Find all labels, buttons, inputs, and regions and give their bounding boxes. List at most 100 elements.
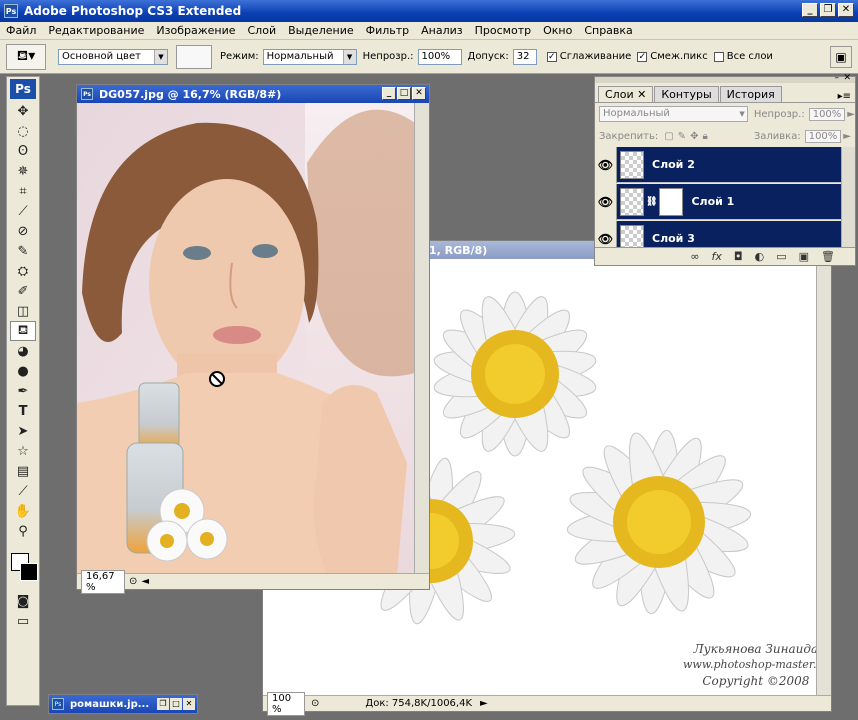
fill-input[interactable]: 100% [804, 129, 842, 143]
clone-stamp-tool-icon[interactable]: ⛭ [7, 261, 39, 281]
close-button[interactable]: ✕ [838, 3, 854, 17]
blend-mode-select[interactable]: Нормальный ▼ [262, 48, 357, 65]
tab-layers[interactable]: Слои ✕ [598, 86, 654, 102]
hand-tool-icon[interactable]: ✋ [7, 501, 39, 521]
antialias-checkbox[interactable]: ✓ [546, 51, 557, 62]
lasso-tool-icon[interactable]: ʘ [7, 141, 39, 161]
layer-blend-mode-select[interactable]: Нормальный ▼ [599, 106, 748, 122]
pen-tool-icon[interactable]: ✒ [7, 381, 39, 401]
layer-name: Слой 1 [691, 195, 735, 208]
minimized-doc-close[interactable]: ✕ [183, 698, 195, 710]
all-layers-checkbox[interactable] [713, 51, 724, 62]
status-icon[interactable]: ⊙ [311, 698, 319, 709]
eraser-tool-icon[interactable]: ◫ [7, 301, 39, 321]
paint-bucket-tool-preset-icon[interactable]: ⛾▾ [6, 43, 46, 70]
layer-row[interactable]: 👁︎ ⛓ Слой 1 [595, 183, 841, 220]
link-layers-icon[interactable]: ∞ [690, 250, 699, 263]
background-color-swatch[interactable] [20, 563, 38, 581]
panel-menu-icon[interactable]: ▸≡ [838, 91, 851, 102]
path-selection-tool-icon[interactable]: ➤ [7, 421, 39, 441]
vertical-scrollbar-portrait[interactable] [414, 103, 429, 573]
healing-brush-tool-icon[interactable]: ⊘ [7, 221, 39, 241]
dodge-tool-icon[interactable]: ● [7, 361, 39, 381]
add-mask-icon[interactable]: ◘ [734, 250, 743, 263]
status-arrow-portrait[interactable]: ◄ [141, 576, 149, 587]
layer-row[interactable]: 👁︎ Слой 2 [595, 147, 841, 183]
workspace-icon[interactable]: ▣ [830, 45, 852, 68]
screen-mode-icon[interactable]: ▭ [7, 611, 39, 631]
tab-history[interactable]: История [719, 86, 782, 102]
history-brush-tool-icon[interactable]: ✐ [7, 281, 39, 301]
new-group-icon[interactable]: ▭ [776, 250, 786, 263]
layers-scrollbar[interactable] [841, 147, 855, 255]
delete-layer-icon[interactable]: 🗑︎ [821, 250, 835, 263]
menu-filter[interactable]: Фильтр [360, 24, 416, 37]
opacity-input[interactable]: 100% [417, 48, 462, 65]
tolerance-input[interactable]: 32 [512, 48, 537, 65]
layer-mask-thumbnail[interactable] [659, 187, 684, 216]
menu-select[interactable]: Выделение [282, 24, 360, 37]
layer-visibility-eye-icon[interactable]: 👁︎ [595, 147, 617, 183]
shape-tool-icon[interactable]: ☆ [7, 441, 39, 461]
layers-list: 👁︎ Слой 2 👁︎ ⛓ Слой 1 👁︎ Слой 3 [595, 147, 855, 255]
minimized-document[interactable]: Ps ромашки.jp... ❐ □ ✕ [48, 694, 198, 714]
fill-arrow[interactable]: ► [843, 131, 851, 142]
app-title: Adobe Photoshop CS3 Extended [24, 4, 242, 18]
minimized-doc-max[interactable]: □ [170, 698, 182, 710]
crop-tool-icon[interactable]: ⌗ [7, 181, 39, 201]
tab-paths[interactable]: Контуры [654, 86, 719, 102]
color-swatches[interactable] [7, 547, 39, 591]
notes-tool-icon[interactable]: ▤ [7, 461, 39, 481]
contiguous-checkbox[interactable]: ✓ [637, 51, 648, 62]
menu-view[interactable]: Просмотр [469, 24, 537, 37]
zoom-tool-icon[interactable]: ⚲ [7, 521, 39, 541]
lock-position-icon[interactable]: ✥ [690, 131, 698, 142]
blur-tool-icon[interactable]: ◕ [7, 341, 39, 361]
zoom-field-portrait[interactable]: 16,67 % [81, 569, 125, 594]
menu-edit[interactable]: Редактирование [42, 24, 150, 37]
eyedropper-tool-icon[interactable]: ⟋ [7, 481, 39, 501]
lock-transparency-icon[interactable]: ▢ [664, 131, 673, 142]
marquee-tool-icon[interactable]: ◌ [7, 121, 39, 141]
layer-style-icon[interactable]: fx [712, 250, 722, 263]
adjustment-layer-icon[interactable]: ◐ [755, 250, 765, 263]
blend-row: Нормальный ▼ Непрозр.: 100% ► [595, 103, 855, 125]
type-tool-icon[interactable]: T [7, 401, 39, 421]
doc-close-button[interactable]: ✕ [412, 87, 426, 100]
move-tool-icon[interactable]: ✥ [7, 101, 39, 121]
contiguous-label: Смеж.пикс [650, 51, 708, 62]
document-title-fragment: 1, RGB/8) [429, 243, 488, 257]
doc-minimize-button[interactable]: _ [382, 87, 396, 100]
menu-file[interactable]: Файл [0, 24, 42, 37]
fill-source-select[interactable]: Основной цвет ▼ [58, 48, 168, 65]
pattern-picker[interactable] [176, 44, 212, 69]
tab-layers-label: Слои [605, 88, 634, 101]
magic-wand-tool-icon[interactable]: ✵ [7, 161, 39, 181]
menu-analysis[interactable]: Анализ [415, 24, 469, 37]
panel-close-icon[interactable]: ✕ [843, 73, 851, 83]
status-menu-arrow[interactable]: ► [480, 698, 488, 709]
menu-image[interactable]: Изображение [150, 24, 241, 37]
vertical-scrollbar-daisies[interactable] [816, 259, 831, 695]
slice-tool-icon[interactable]: ⟋ [7, 201, 39, 221]
lock-pixels-icon[interactable]: ✎ [678, 131, 686, 142]
panel-collapse-icon[interactable]: – [835, 73, 840, 83]
layer-visibility-eye-icon[interactable]: 👁︎ [595, 183, 617, 220]
layer-opacity-arrow[interactable]: ► [847, 109, 855, 120]
minimized-doc-restore[interactable]: ❐ [157, 698, 169, 710]
layer-opacity-input[interactable]: 100% [808, 107, 846, 121]
menu-help[interactable]: Справка [578, 24, 638, 37]
quick-mask-icon[interactable]: ◙ [7, 591, 39, 611]
lock-all-icon[interactable]: 🔒︎ [702, 131, 707, 142]
status-icon-portrait[interactable]: ⊙ [129, 576, 137, 587]
panel-grip[interactable]: – ✕ [595, 73, 855, 83]
zoom-field-daisies[interactable]: 100 % [267, 691, 305, 716]
minimize-button[interactable]: _ [802, 3, 818, 17]
doc-maximize-button[interactable]: □ [397, 87, 411, 100]
menu-window[interactable]: Окно [537, 24, 578, 37]
paint-bucket-tool-icon[interactable]: ⛾ [10, 321, 36, 341]
brush-tool-icon[interactable]: ✎ [7, 241, 39, 261]
new-layer-icon[interactable]: ▣ [799, 250, 809, 263]
menu-layer[interactable]: Слой [242, 24, 283, 37]
restore-button[interactable]: ❐ [820, 3, 836, 17]
